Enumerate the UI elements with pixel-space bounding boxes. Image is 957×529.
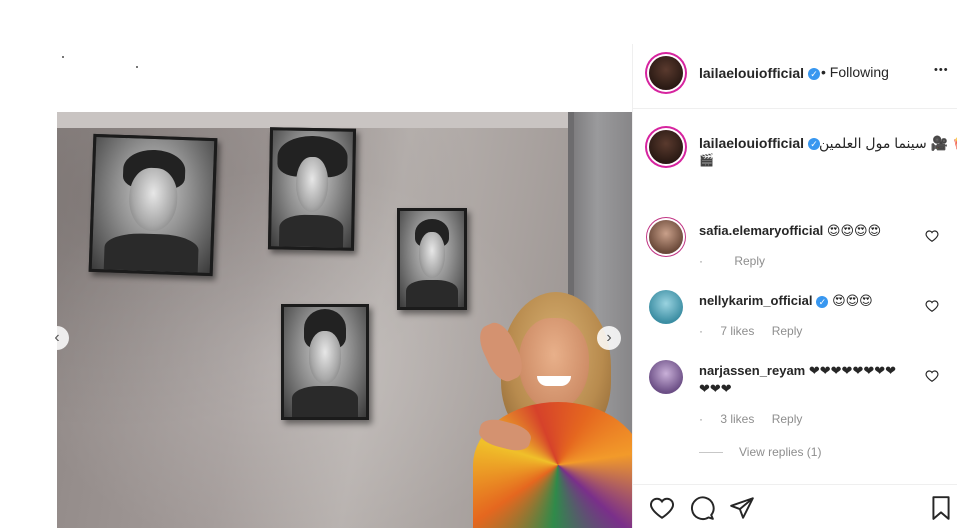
comment-time: · xyxy=(699,412,703,426)
comment-text: 😍😍😍 xyxy=(832,293,873,308)
comment-meta: · Reply xyxy=(699,254,779,268)
author-username[interactable]: lailaelouiofficial ✓ xyxy=(699,65,821,81)
caption-text: سينما مول العلمين 🎥 🍿 xyxy=(819,135,957,151)
like-comment-heart-icon[interactable] xyxy=(925,369,939,383)
following-label[interactable]: Following xyxy=(830,64,889,80)
avatar[interactable] xyxy=(649,56,683,90)
like-comment-heart-icon[interactable] xyxy=(925,229,939,243)
comment-text: ❤❤❤ xyxy=(699,381,732,396)
comment-username-text[interactable]: narjassen_reyam xyxy=(699,363,805,378)
comment-time: · xyxy=(699,254,703,268)
view-replies-label[interactable]: View replies (1) xyxy=(739,445,821,459)
separator-dot: • xyxy=(821,64,826,80)
comment-text: 😍😍😍😍 xyxy=(826,223,882,238)
like-comment-heart-icon[interactable] xyxy=(925,299,939,313)
reply-button[interactable]: Reply xyxy=(772,412,803,426)
comment-username-text[interactable]: nellykarim_official xyxy=(699,293,812,308)
comment-username-text[interactable]: safia.elemaryofficial xyxy=(699,223,823,238)
portrait-man-tuxedo xyxy=(397,208,467,310)
comment-meta: · 7 likes Reply xyxy=(699,324,816,338)
author-username-text[interactable]: lailaelouiofficial xyxy=(699,65,804,81)
verified-icon: ✓ xyxy=(816,295,829,308)
caption-username-text[interactable]: lailaelouiofficial xyxy=(699,135,804,151)
speck xyxy=(62,56,64,58)
verified-icon: ✓ xyxy=(808,68,821,81)
save-bookmark-icon[interactable] xyxy=(928,495,954,521)
carousel-next-button[interactable]: › xyxy=(597,326,621,350)
post-header: lailaelouiofficial ✓ • Following ••• xyxy=(633,44,957,109)
comment-avatar[interactable] xyxy=(649,220,683,254)
comment-likes[interactable]: 3 likes xyxy=(720,412,754,426)
chevron-left-icon: ‹ xyxy=(54,329,60,346)
like-heart-icon[interactable] xyxy=(649,495,675,521)
reply-button[interactable]: Reply xyxy=(772,324,803,338)
share-paper-plane-icon[interactable] xyxy=(729,495,755,521)
portrait-man-glasses xyxy=(88,133,218,277)
ceiling xyxy=(57,112,632,128)
carousel-prev-button[interactable]: ‹ xyxy=(45,326,69,350)
caption-avatar[interactable] xyxy=(649,130,683,164)
portrait-woman-bouffant xyxy=(281,304,369,420)
post-photo[interactable] xyxy=(57,112,632,528)
more-options-icon[interactable]: ••• xyxy=(934,64,949,76)
following-status[interactable]: • Following xyxy=(821,64,889,80)
caption-username[interactable]: lailaelouiofficial ✓ xyxy=(699,135,821,151)
caption-text-overflow: 🎬 xyxy=(699,153,714,167)
comment-bubble-icon[interactable] xyxy=(689,495,715,521)
replies-divider xyxy=(699,451,723,453)
view-replies-button[interactable]: View replies (1) xyxy=(699,445,821,459)
comment-avatar[interactable] xyxy=(649,360,683,394)
comment-time: · xyxy=(699,324,703,338)
comment-username[interactable]: safia.elemaryofficial 😍😍😍😍 xyxy=(699,223,881,239)
comment-meta: · 3 likes Reply xyxy=(699,412,816,426)
comment-avatar[interactable] xyxy=(649,290,683,324)
portrait-woman-hat xyxy=(267,127,357,251)
comment-text: ❤❤❤❤❤❤❤❤ xyxy=(808,363,897,378)
post-actions xyxy=(633,484,957,529)
comment-likes[interactable]: 7 likes xyxy=(720,324,754,338)
chevron-right-icon: › xyxy=(606,329,612,346)
comment-text-overflow: ❤❤❤ xyxy=(699,381,732,397)
reply-button[interactable]: Reply xyxy=(734,254,765,268)
comment-username[interactable]: narjassen_reyam ❤❤❤❤❤❤❤❤ xyxy=(699,363,896,379)
speck xyxy=(136,66,138,68)
post-sidebar: lailaelouiofficial ✓ • Following ••• lail… xyxy=(632,44,957,528)
comment-username[interactable]: nellykarim_official ✓ 😍😍😍 xyxy=(699,293,873,309)
